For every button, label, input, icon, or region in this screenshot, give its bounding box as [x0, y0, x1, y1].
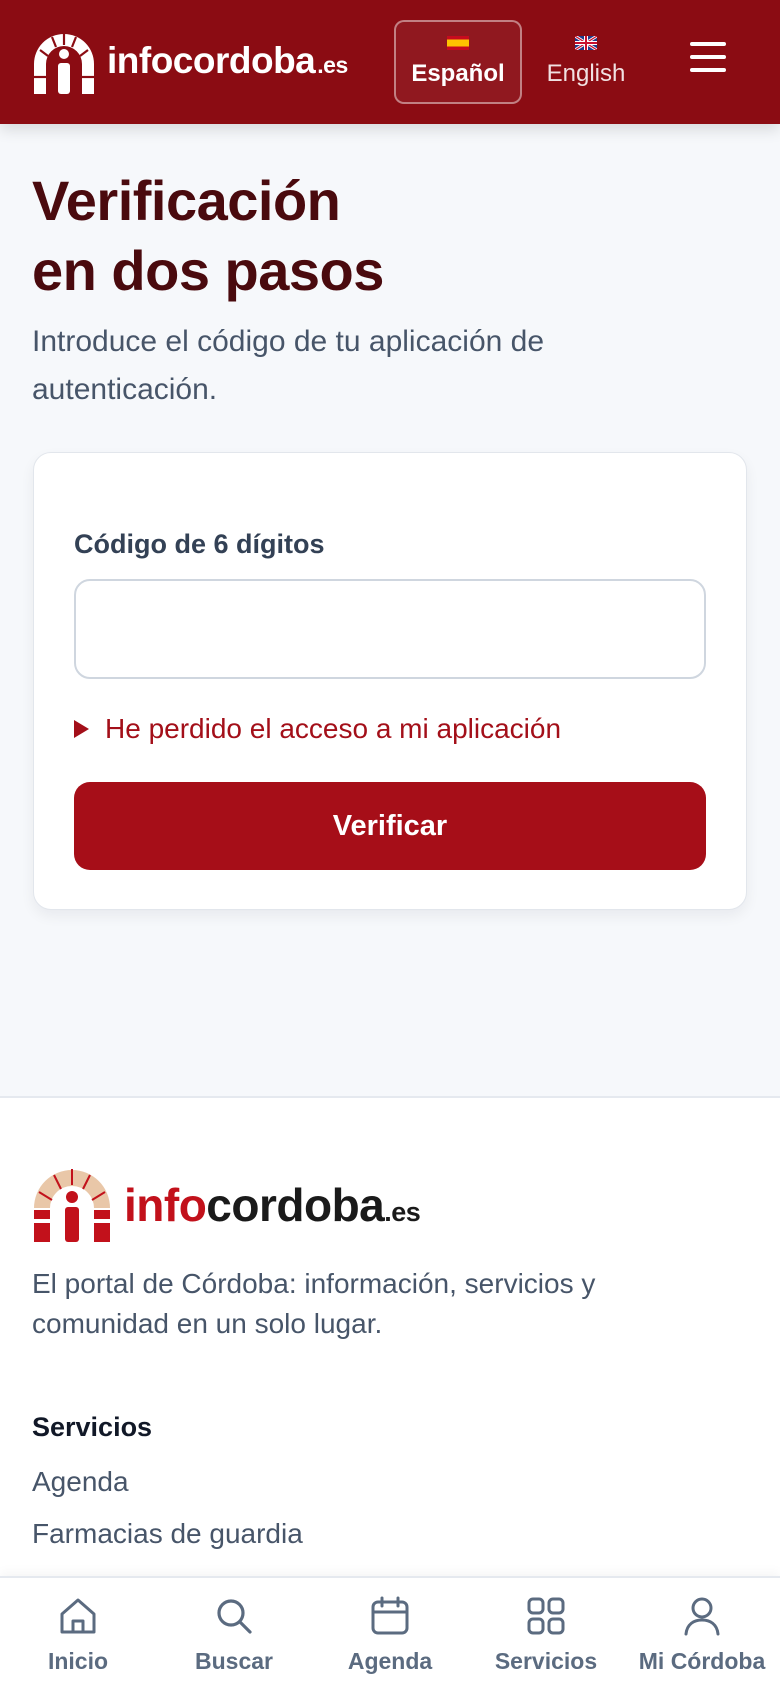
spain-flag-icon: [447, 36, 469, 50]
site-header: infocordoba.es Español English: [0, 0, 780, 124]
verify-button[interactable]: Verificar: [74, 782, 706, 870]
nav-item-agenda[interactable]: Agenda: [312, 1578, 468, 1688]
footer-logo-arch-icon[interactable]: [30, 1164, 114, 1242]
language-english-button[interactable]: English: [536, 20, 636, 104]
language-spanish-button[interactable]: Español: [394, 20, 522, 104]
code-input[interactable]: [74, 579, 706, 679]
language-label: Español: [411, 60, 505, 87]
nav-item-buscar[interactable]: Buscar: [156, 1578, 312, 1688]
nav-item-mi-cordoba[interactable]: Mi Córdoba: [624, 1578, 780, 1688]
uk-flag-icon: [575, 36, 597, 50]
logo-arch-icon[interactable]: [30, 30, 98, 94]
footer-section-heading: Servicios: [32, 1412, 153, 1442]
hamburger-icon[interactable]: [686, 42, 730, 82]
user-icon: [684, 1597, 720, 1636]
language-label: English: [546, 60, 626, 87]
lost-access-toggle[interactable]: He perdido el acceso a mi aplicación: [74, 713, 561, 745]
disclosure-triangle-icon: [74, 720, 89, 738]
nav-item-inicio[interactable]: Inicio: [0, 1578, 156, 1688]
verification-card: Código de 6 dígitos He perdido el acceso…: [33, 452, 747, 910]
footer-logo-wordmark[interactable]: infocordoba.es: [124, 1178, 421, 1232]
footer-link-farmacias[interactable]: Farmacias de guardia: [32, 1518, 303, 1550]
page-title: Verificación en dos pasos: [32, 169, 384, 302]
lost-access-label: He perdido el acceso a mi aplicación: [105, 713, 562, 744]
code-field-label: Código de 6 dígitos: [74, 529, 325, 559]
grid-icon: [527, 1597, 565, 1635]
nav-item-servicios[interactable]: Servicios: [468, 1578, 624, 1688]
home-icon: [60, 1598, 96, 1634]
page-subtitle: Introduce el código de tu aplicación de …: [32, 325, 545, 406]
logo-wordmark[interactable]: infocordoba.es: [107, 40, 348, 82]
calendar-icon: [371, 1596, 409, 1635]
footer-link-agenda[interactable]: Agenda: [32, 1466, 129, 1498]
footer-description: El portal de Córdoba: información, servi…: [32, 1268, 596, 1339]
search-icon: [217, 1599, 252, 1634]
bottom-navigation: Inicio Buscar Agenda Servicios Mi Córdob…: [0, 1576, 780, 1688]
site-footer: infocordoba.es El portal de Córdoba: inf…: [0, 1096, 780, 1576]
